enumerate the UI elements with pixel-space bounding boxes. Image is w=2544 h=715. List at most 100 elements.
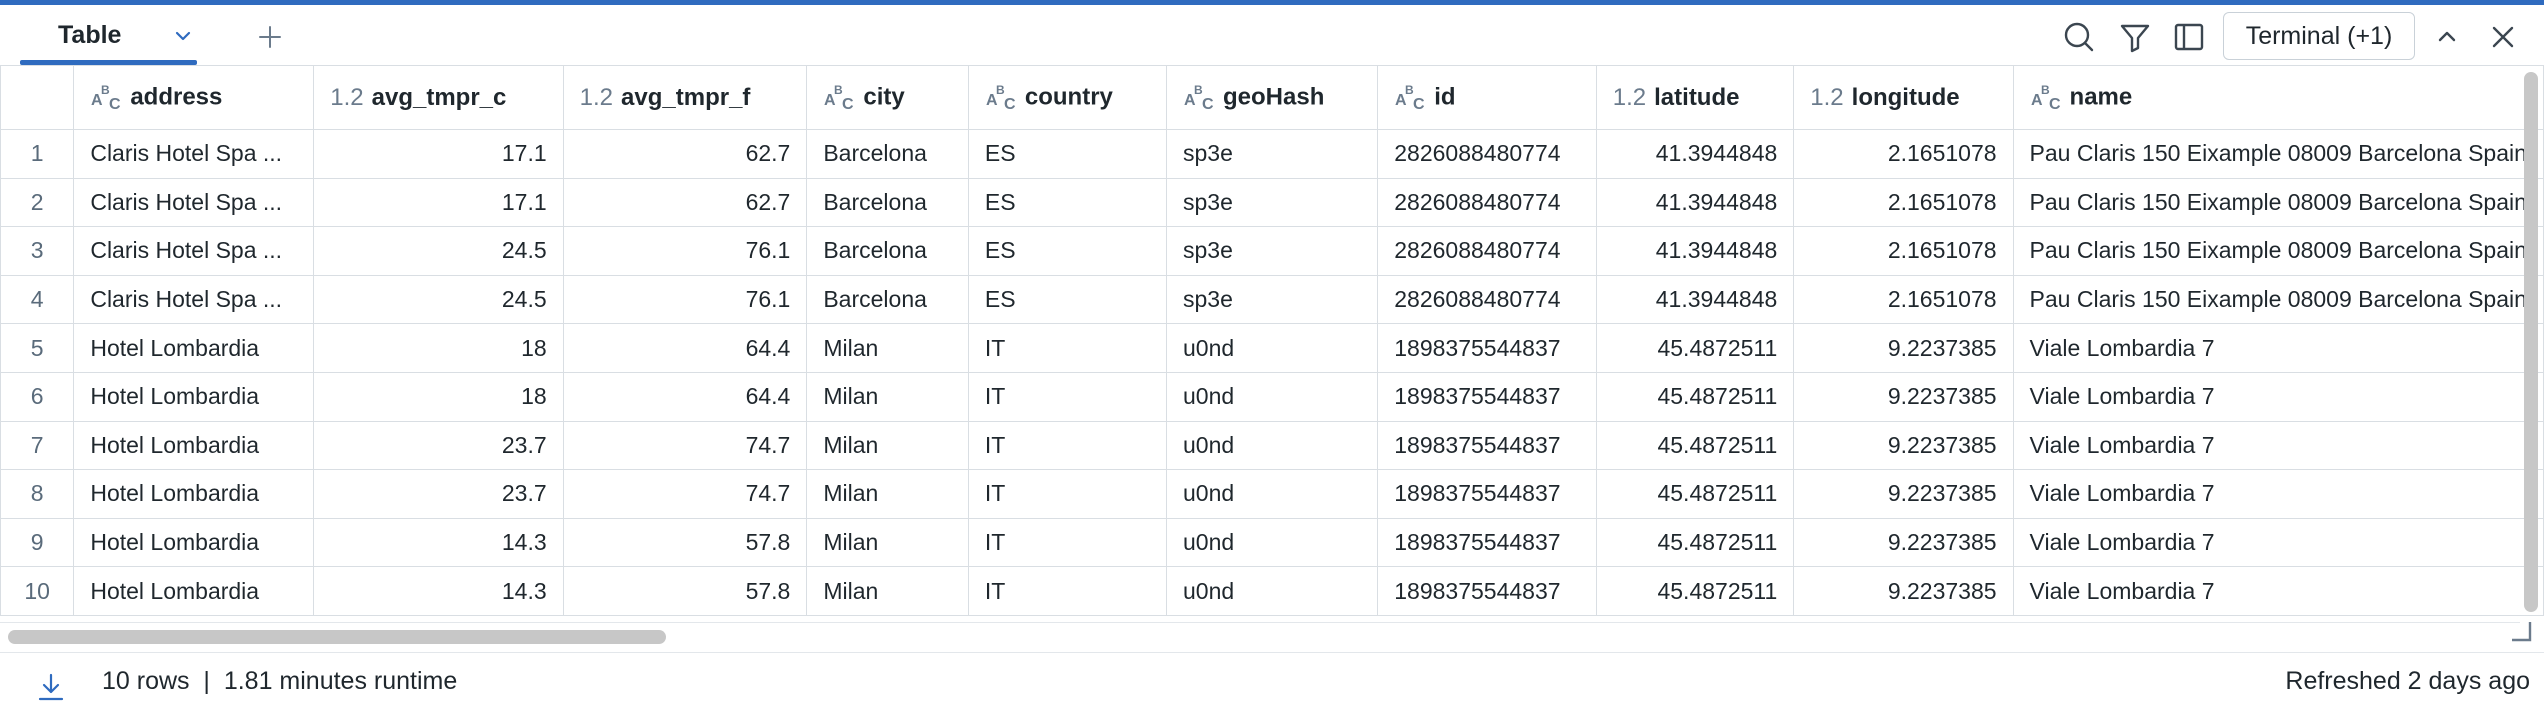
table-cell[interactable]: 64.4 (562, 323, 808, 373)
table-cell[interactable]: IT (967, 469, 1168, 519)
results-grid[interactable]: A B Caddress 1.2 avg_tmpr_c 1.2 avg_tmpr_f A… (0, 65, 2544, 625)
table-cell[interactable]: ES (967, 129, 1168, 179)
download-icon[interactable] (34, 670, 68, 704)
table-cell[interactable]: 41.3944848 (1595, 274, 1795, 325)
plus-icon[interactable] (253, 20, 287, 54)
table-row[interactable]: 2 Claris Hotel Spa ... 17.1 62.7 Barcelona ES… (0, 177, 2544, 228)
table-cell[interactable]: sp3e (1165, 274, 1379, 325)
table-cell[interactable]: sp3e (1165, 129, 1379, 179)
table-cell[interactable]: Barcelona (806, 226, 969, 276)
table-cell[interactable]: Viale Lombardia 7 (2012, 469, 2544, 519)
table-cell[interactable]: 9.2237385 (1793, 517, 2014, 568)
table-cell[interactable]: 9.2237385 (1793, 371, 2014, 422)
table-cell[interactable]: 2.1651078 (1793, 226, 2014, 276)
table-cell[interactable]: 1898375544837 (1377, 517, 1597, 568)
table-cell[interactable]: IT (967, 566, 1168, 616)
table-cell[interactable]: Viale Lombardia 7 (2012, 323, 2544, 373)
table-cell[interactable]: 23.7 (313, 469, 564, 519)
table-cell[interactable]: u0nd (1165, 323, 1379, 373)
column-header[interactable]: A B C country (967, 65, 1168, 130)
close-icon[interactable] (2484, 18, 2522, 56)
table-cell[interactable]: 1898375544837 (1377, 323, 1597, 373)
search-icon[interactable] (2060, 18, 2098, 56)
tab-table[interactable]: Table (20, 5, 197, 65)
column-header[interactable]: A B C address (73, 65, 315, 130)
chevron-up-icon[interactable] (2428, 18, 2466, 56)
table-cell[interactable]: 14.3 (313, 566, 564, 616)
sidebar-panel-icon[interactable] (2170, 18, 2208, 56)
table-cell[interactable]: ES (967, 177, 1168, 228)
table-cell[interactable]: 74.7 (562, 420, 808, 471)
table-cell[interactable]: IT (967, 420, 1168, 471)
table-cell[interactable]: Barcelona (806, 129, 969, 179)
table-cell[interactable]: Pau Claris 150 Eixample 08009 Barcelona … (2012, 177, 2544, 228)
table-cell[interactable]: 45.4872511 (1595, 566, 1795, 616)
table-cell[interactable]: Claris Hotel Spa ... (73, 177, 315, 228)
table-cell[interactable]: u0nd (1165, 517, 1379, 568)
column-header[interactable]: 1.2 avg_tmpr_c (313, 65, 564, 130)
table-cell[interactable]: Claris Hotel Spa ... (73, 129, 315, 179)
table-cell[interactable]: 1898375544837 (1377, 469, 1597, 519)
table-cell[interactable]: Milan (806, 420, 969, 471)
table-cell[interactable]: 9.2237385 (1793, 566, 2014, 616)
table-cell[interactable]: 45.4872511 (1595, 420, 1795, 471)
table-cell[interactable]: 23.7 (313, 420, 564, 471)
table-cell[interactable]: 57.8 (562, 566, 808, 616)
table-cell[interactable]: 2.1651078 (1793, 129, 2014, 179)
table-cell[interactable]: u0nd (1165, 469, 1379, 519)
table-cell[interactable]: ES (967, 274, 1168, 325)
table-cell[interactable]: 9.2237385 (1793, 323, 2014, 373)
table-row[interactable]: 4 Claris Hotel Spa ... 24.5 76.1 Barcelona ES… (0, 274, 2544, 325)
vertical-scrollbar-thumb[interactable] (2524, 72, 2538, 612)
column-header[interactable]: A B C name (2012, 65, 2544, 130)
table-cell[interactable]: Viale Lombardia 7 (2012, 517, 2544, 568)
table-cell[interactable]: 74.7 (562, 469, 808, 519)
table-cell[interactable]: Barcelona (806, 177, 969, 228)
table-cell[interactable]: 2.1651078 (1793, 177, 2014, 228)
table-cell[interactable]: 2826088480774 (1377, 226, 1597, 276)
table-cell[interactable]: IT (967, 517, 1168, 568)
terminal-button[interactable]: Terminal (+1) (2223, 12, 2415, 60)
table-cell[interactable]: 76.1 (562, 226, 808, 276)
table-row[interactable]: 10 Hotel Lombardia 14.3 57.8 Milan IT u0nd 1898… (0, 566, 2544, 616)
table-cell[interactable]: 17.1 (313, 129, 564, 179)
table-cell[interactable]: IT (967, 371, 1168, 422)
column-header[interactable]: A B C geoHash (1165, 65, 1379, 130)
column-header[interactable]: 1.2 latitude (1595, 65, 1795, 130)
table-cell[interactable]: u0nd (1165, 371, 1379, 422)
resize-handle-icon[interactable] (2508, 618, 2532, 642)
table-row[interactable]: 6 Hotel Lombardia 18 64.4 Milan IT u0nd 1898375… (0, 371, 2544, 422)
table-row[interactable]: 5 Hotel Lombardia 18 64.4 Milan IT u0nd 1898375… (0, 323, 2544, 373)
table-cell[interactable]: u0nd (1165, 566, 1379, 616)
table-cell[interactable]: 9.2237385 (1793, 469, 2014, 519)
table-cell[interactable]: Milan (806, 371, 969, 422)
table-cell[interactable]: 9.2237385 (1793, 420, 2014, 471)
table-cell[interactable]: IT (967, 323, 1168, 373)
table-cell[interactable]: Hotel Lombardia (73, 371, 315, 422)
table-cell[interactable]: Hotel Lombardia (73, 420, 315, 471)
table-cell[interactable]: Pau Claris 150 Eixample 08009 Barcelona … (2012, 226, 2544, 276)
table-cell[interactable]: 62.7 (562, 177, 808, 228)
table-cell[interactable]: 1898375544837 (1377, 371, 1597, 422)
table-cell[interactable]: 41.3944848 (1595, 129, 1795, 179)
table-row[interactable]: 8 Hotel Lombardia 23.7 74.7 Milan IT u0nd 18983… (0, 469, 2544, 519)
table-cell[interactable]: u0nd (1165, 420, 1379, 471)
table-cell[interactable]: 18 (313, 371, 564, 422)
column-header[interactable]: 1.2 avg_tmpr_f (562, 65, 808, 130)
table-cell[interactable]: Milan (806, 517, 969, 568)
table-cell[interactable]: sp3e (1165, 226, 1379, 276)
table-cell[interactable]: 45.4872511 (1595, 371, 1795, 422)
table-cell[interactable]: sp3e (1165, 177, 1379, 228)
table-cell[interactable]: Milan (806, 469, 969, 519)
table-cell[interactable]: 57.8 (562, 517, 808, 568)
table-cell[interactable]: Viale Lombardia 7 (2012, 420, 2544, 471)
table-cell[interactable]: 64.4 (562, 371, 808, 422)
table-cell[interactable]: Viale Lombardia 7 (2012, 566, 2544, 616)
table-cell[interactable]: Hotel Lombardia (73, 323, 315, 373)
table-cell[interactable]: 1898375544837 (1377, 420, 1597, 471)
table-cell[interactable]: Viale Lombardia 7 (2012, 371, 2544, 422)
table-cell[interactable]: 45.4872511 (1595, 517, 1795, 568)
table-cell[interactable]: 76.1 (562, 274, 808, 325)
filter-icon[interactable] (2116, 18, 2154, 56)
table-cell[interactable]: 2826088480774 (1377, 129, 1597, 179)
